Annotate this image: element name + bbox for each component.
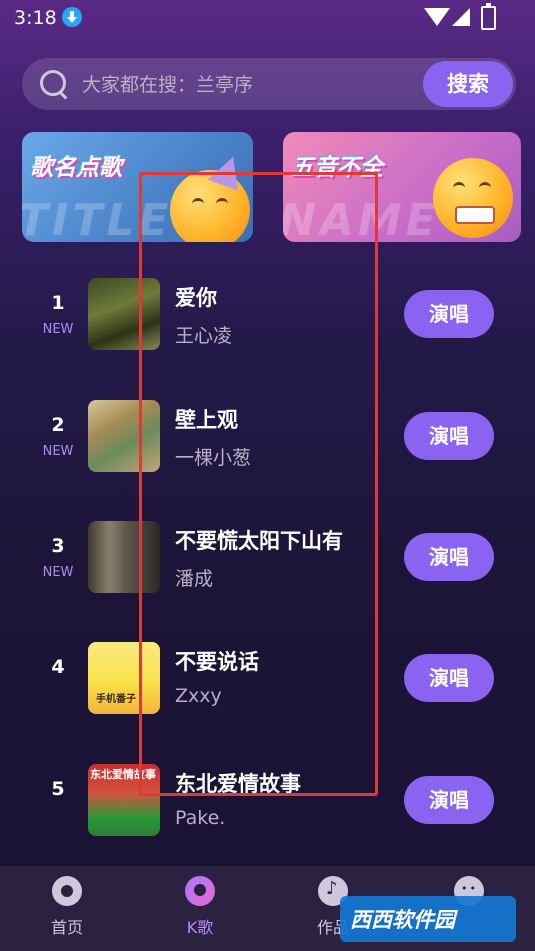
cover-label: 手机番子 — [96, 694, 136, 705]
song-artist: Pake. — [175, 807, 226, 829]
nav-label: 首页 — [50, 918, 83, 937]
watermark-text: 西西软件园 — [350, 908, 455, 932]
disc-icon — [52, 876, 82, 906]
sing-button[interactable]: 演唱 — [404, 776, 494, 824]
rank-number: 5 — [51, 778, 65, 800]
watermark-logo: 西西软件园 — [340, 896, 516, 942]
eye-icon — [453, 182, 465, 190]
wifi-icon — [424, 8, 450, 26]
highlight-box — [139, 172, 378, 796]
eye-icon — [479, 182, 491, 190]
download-icon — [62, 7, 82, 27]
microphone-icon — [185, 876, 215, 906]
rank-number: 3 — [51, 535, 65, 557]
new-badge: NEW — [42, 565, 74, 580]
search-input[interactable] — [80, 58, 384, 112]
mouth-icon — [455, 206, 495, 224]
nav-ksong[interactable]: K歌 — [155, 876, 245, 938]
sing-button[interactable]: 演唱 — [404, 412, 494, 460]
rank-number: 1 — [51, 292, 65, 314]
sing-button[interactable]: 演唱 — [404, 654, 494, 702]
sing-button[interactable]: 演唱 — [404, 533, 494, 581]
search-icon — [40, 70, 66, 96]
status-bar: 3:18 — [0, 0, 535, 36]
nav-label: K歌 — [186, 918, 214, 937]
new-badge: NEW — [42, 322, 74, 337]
banner-title: 歌名点歌 — [30, 155, 122, 181]
sing-button[interactable]: 演唱 — [404, 290, 494, 338]
battery-icon — [481, 3, 496, 30]
rank-number: 2 — [51, 414, 65, 436]
nav-home[interactable]: 首页 — [22, 876, 112, 938]
new-badge: NEW — [42, 444, 74, 459]
search-bar: 搜索 — [22, 58, 516, 112]
rank-number: 4 — [51, 656, 65, 678]
star-eyes-emoji-icon — [433, 158, 513, 238]
search-button[interactable]: 搜索 — [423, 61, 513, 107]
signal-icon — [452, 8, 470, 26]
status-time: 3:18 — [14, 7, 57, 29]
